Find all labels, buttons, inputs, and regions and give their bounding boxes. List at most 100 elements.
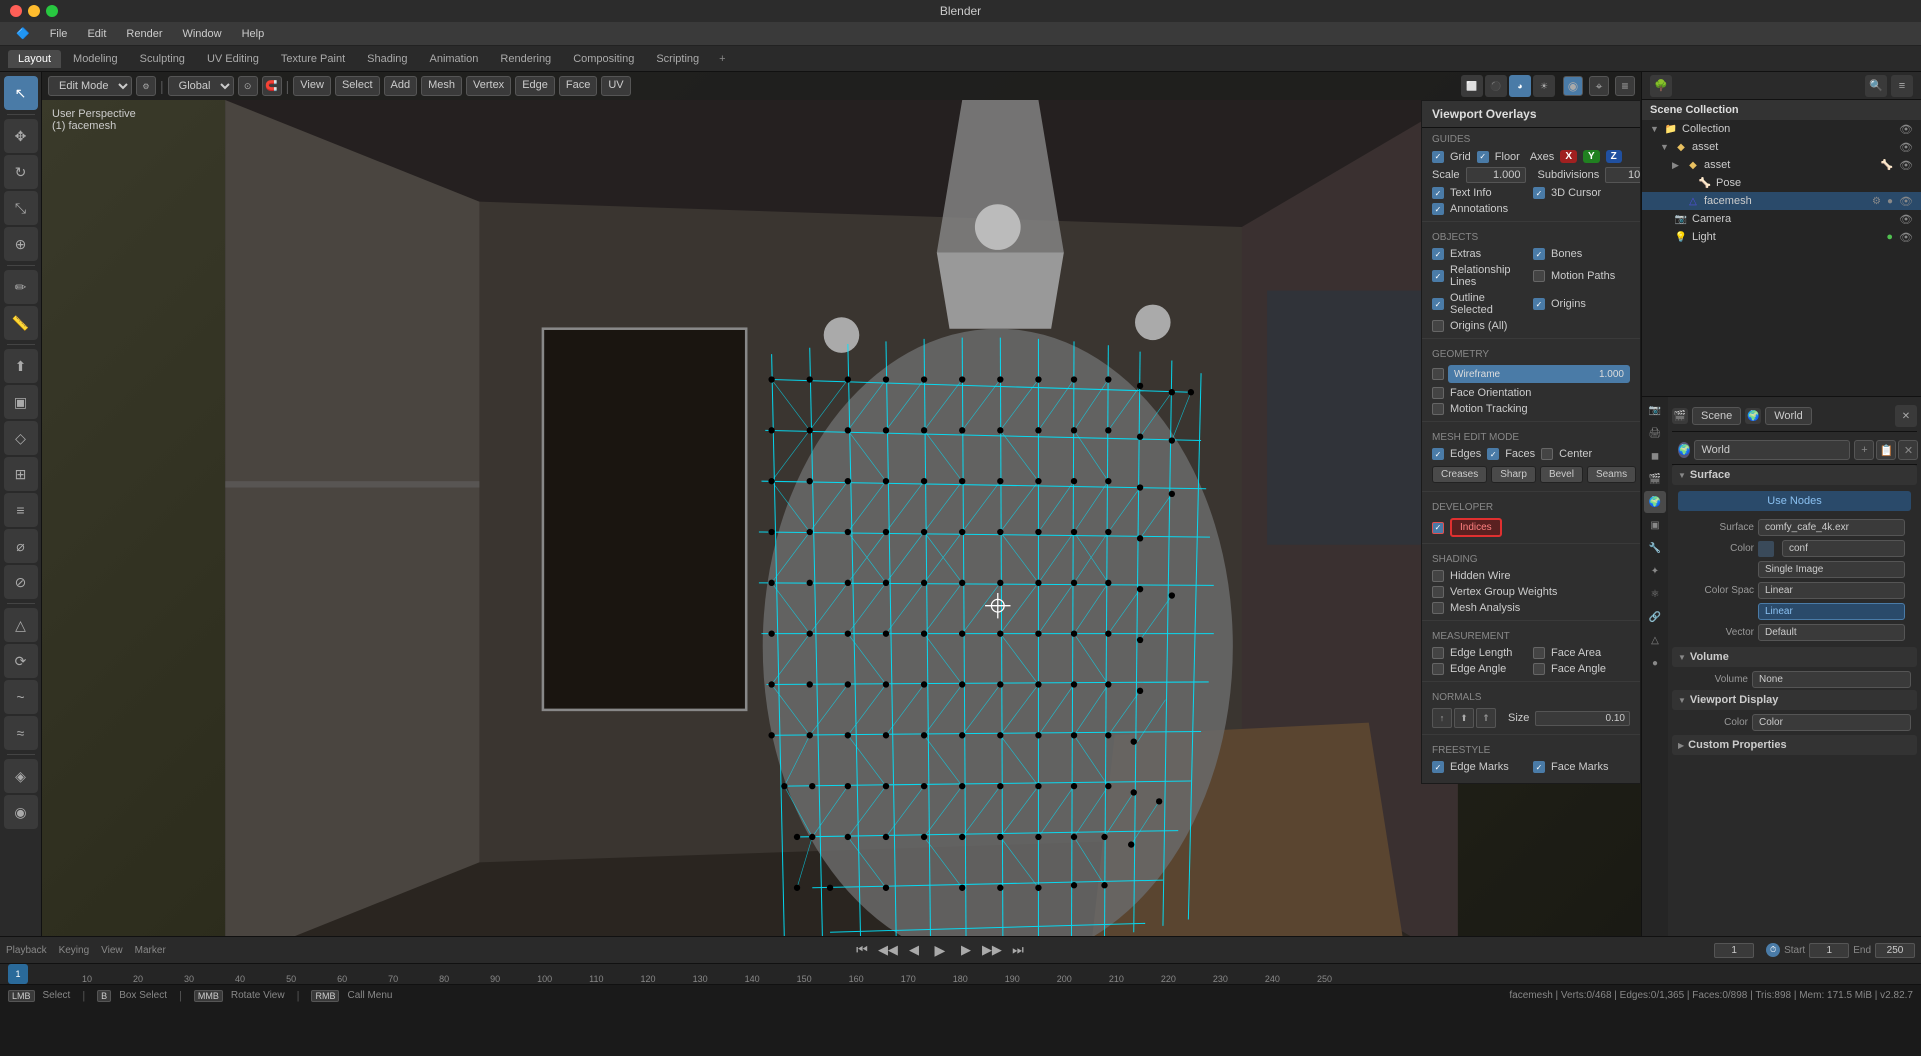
axis-y-btn[interactable]: Y [1583, 150, 1600, 163]
bisect-tool[interactable]: ⊘ [4, 565, 38, 599]
eye-icon[interactable]: 👁 [1899, 195, 1913, 208]
menu-edit[interactable]: Edit [79, 26, 114, 42]
material-tab[interactable]: ● [1644, 652, 1666, 674]
faces-checkbox[interactable] [1487, 448, 1499, 460]
asset-item[interactable]: ▼ ◆ asset 👁 [1642, 138, 1921, 156]
bones-checkbox[interactable] [1533, 248, 1545, 260]
viewport[interactable]: Edit Mode ⚙ | Global ⊙ 🧲 | View Select A… [42, 72, 1641, 936]
outliner-icon[interactable]: 🌳 [1650, 75, 1672, 97]
add-workspace-button[interactable]: + [711, 50, 733, 68]
viewport-display-section[interactable]: ▼ Viewport Display [1672, 690, 1917, 710]
minimize-button[interactable] [28, 5, 40, 17]
shrink-tool[interactable]: ◉ [4, 795, 38, 829]
menu-file[interactable]: File [42, 26, 76, 42]
render-shading-btn[interactable]: ☀ [1533, 75, 1555, 97]
creases-btn[interactable]: Creases [1432, 466, 1487, 483]
loop-cut-tool[interactable]: ⊞ [4, 457, 38, 491]
vertex-normals-icon[interactable]: ↑ [1432, 708, 1452, 728]
current-frame-input[interactable] [1714, 943, 1754, 958]
eye-icon[interactable]: 👁 [1899, 123, 1913, 136]
eye-icon[interactable]: 👁 [1899, 231, 1913, 244]
vertex-group-checkbox[interactable] [1432, 586, 1444, 598]
extras-checkbox[interactable] [1432, 248, 1444, 260]
use-nodes-btn[interactable]: Use Nodes [1678, 491, 1911, 511]
randomize-tool[interactable]: ≈ [4, 716, 38, 750]
transform-pivot-btn[interactable]: ⊙ [238, 76, 258, 96]
collection-item[interactable]: ▼ 📁 Collection 👁 [1642, 120, 1921, 138]
eye-icon[interactable]: 👁 [1899, 159, 1913, 172]
bevel-btn[interactable]: Bevel [1540, 466, 1583, 483]
playback-label[interactable]: Playback [6, 945, 47, 956]
tab-modeling[interactable]: Modeling [63, 50, 128, 68]
normals-size-input[interactable] [1535, 711, 1630, 726]
edit-mode-select[interactable]: Edit Mode [48, 76, 132, 96]
color-swatch[interactable] [1758, 541, 1774, 557]
outliner-filter-btn[interactable]: ≡ [1891, 75, 1913, 97]
face-header-btn[interactable]: Face [559, 76, 597, 96]
pose-item[interactable]: 🦴 Pose [1642, 174, 1921, 192]
jump-start-btn[interactable]: ⏮ [851, 939, 873, 961]
modifiers-tab[interactable]: 🔧 [1644, 537, 1666, 559]
subdivisions-input[interactable] [1605, 167, 1641, 183]
axis-x-btn[interactable]: X [1560, 150, 1577, 163]
world-copy-btn[interactable]: 📋 [1876, 440, 1896, 460]
view-layer-tab[interactable]: ◼ [1644, 445, 1666, 467]
world-tab active[interactable]: 🌍 [1644, 491, 1666, 513]
menu-window[interactable]: Window [174, 26, 229, 42]
face-marks-checkbox[interactable] [1533, 761, 1545, 773]
jump-end-btn[interactable]: ⏭ [1007, 939, 1029, 961]
props-close-btn[interactable]: ✕ [1895, 405, 1917, 427]
spin-tool[interactable]: ⟳ [4, 644, 38, 678]
custom-props-section[interactable]: ▶ Custom Properties [1672, 735, 1917, 755]
loop-normals-icon[interactable]: ⬆ [1454, 708, 1474, 728]
eye-icon[interactable]: 👁 [1899, 141, 1913, 154]
tab-uv-editing[interactable]: UV Editing [197, 50, 269, 68]
edge-angle-checkbox[interactable] [1432, 663, 1444, 675]
uv-header-btn[interactable]: UV [601, 76, 630, 96]
face-orientation-checkbox[interactable] [1432, 387, 1444, 399]
viewport-options-btn2[interactable]: ≡ [1615, 76, 1635, 96]
material-shading-btn[interactable]: ◕ [1509, 75, 1531, 97]
rotate-tool[interactable]: ↻ [4, 155, 38, 189]
add-header-btn[interactable]: Add [384, 76, 418, 96]
hidden-wire-checkbox[interactable] [1432, 570, 1444, 582]
menu-blender[interactable]: 🔷 [8, 25, 38, 42]
next-keyframe-btn[interactable]: ▶▶ [981, 939, 1003, 961]
face-angle-checkbox[interactable] [1533, 663, 1545, 675]
edge-marks-checkbox[interactable] [1432, 761, 1444, 773]
prev-keyframe-btn[interactable]: ◀◀ [877, 939, 899, 961]
wireframe-shading-btn[interactable]: ⬜ [1461, 75, 1483, 97]
relationship-checkbox[interactable] [1432, 270, 1444, 282]
constraints-tab[interactable]: 🔗 [1644, 606, 1666, 628]
world-delete-btn[interactable]: ✕ [1898, 440, 1918, 460]
next-frame-btn[interactable]: ▶ [955, 939, 977, 961]
center-checkbox[interactable] [1541, 448, 1553, 460]
tab-compositing[interactable]: Compositing [563, 50, 644, 68]
volume-section[interactable]: ▼ Volume [1672, 647, 1917, 667]
sharp-btn[interactable]: Sharp [1491, 466, 1536, 483]
global-select[interactable]: Global [168, 76, 234, 96]
transform-tool[interactable]: ⊕ [4, 227, 38, 261]
textinfo-checkbox[interactable] [1432, 187, 1444, 199]
annotations-checkbox[interactable] [1432, 203, 1444, 215]
solid-shading-btn[interactable]: ⚫ [1485, 75, 1507, 97]
particles-tab[interactable]: ✦ [1644, 560, 1666, 582]
facemesh-item[interactable]: △ facemesh ⚙ ● 👁 [1642, 192, 1921, 210]
bevel-tool[interactable]: ◇ [4, 421, 38, 455]
object-tab[interactable]: ▣ [1644, 514, 1666, 536]
knife-tool[interactable]: ⌀ [4, 529, 38, 563]
menu-render[interactable]: Render [118, 26, 170, 42]
edge-length-checkbox[interactable] [1432, 647, 1444, 659]
vertex-header-btn[interactable]: Vertex [466, 76, 511, 96]
tab-sculpting[interactable]: Sculpting [130, 50, 195, 68]
face-normals-icon[interactable]: ⇑ [1476, 708, 1496, 728]
output-tab[interactable]: 🖨 [1644, 422, 1666, 444]
motion-tracking-checkbox[interactable] [1432, 403, 1444, 415]
camera-item[interactable]: 📷 Camera 👁 [1642, 210, 1921, 228]
end-frame-input[interactable] [1875, 943, 1915, 958]
annotate-tool[interactable]: ✏ [4, 270, 38, 304]
wireframe-slider[interactable]: Wireframe 1.000 [1448, 365, 1630, 383]
physics-tab[interactable]: ⚛ [1644, 583, 1666, 605]
cursor-tool[interactable]: ↖ [4, 76, 38, 110]
mesh-header-btn[interactable]: Mesh [421, 76, 462, 96]
